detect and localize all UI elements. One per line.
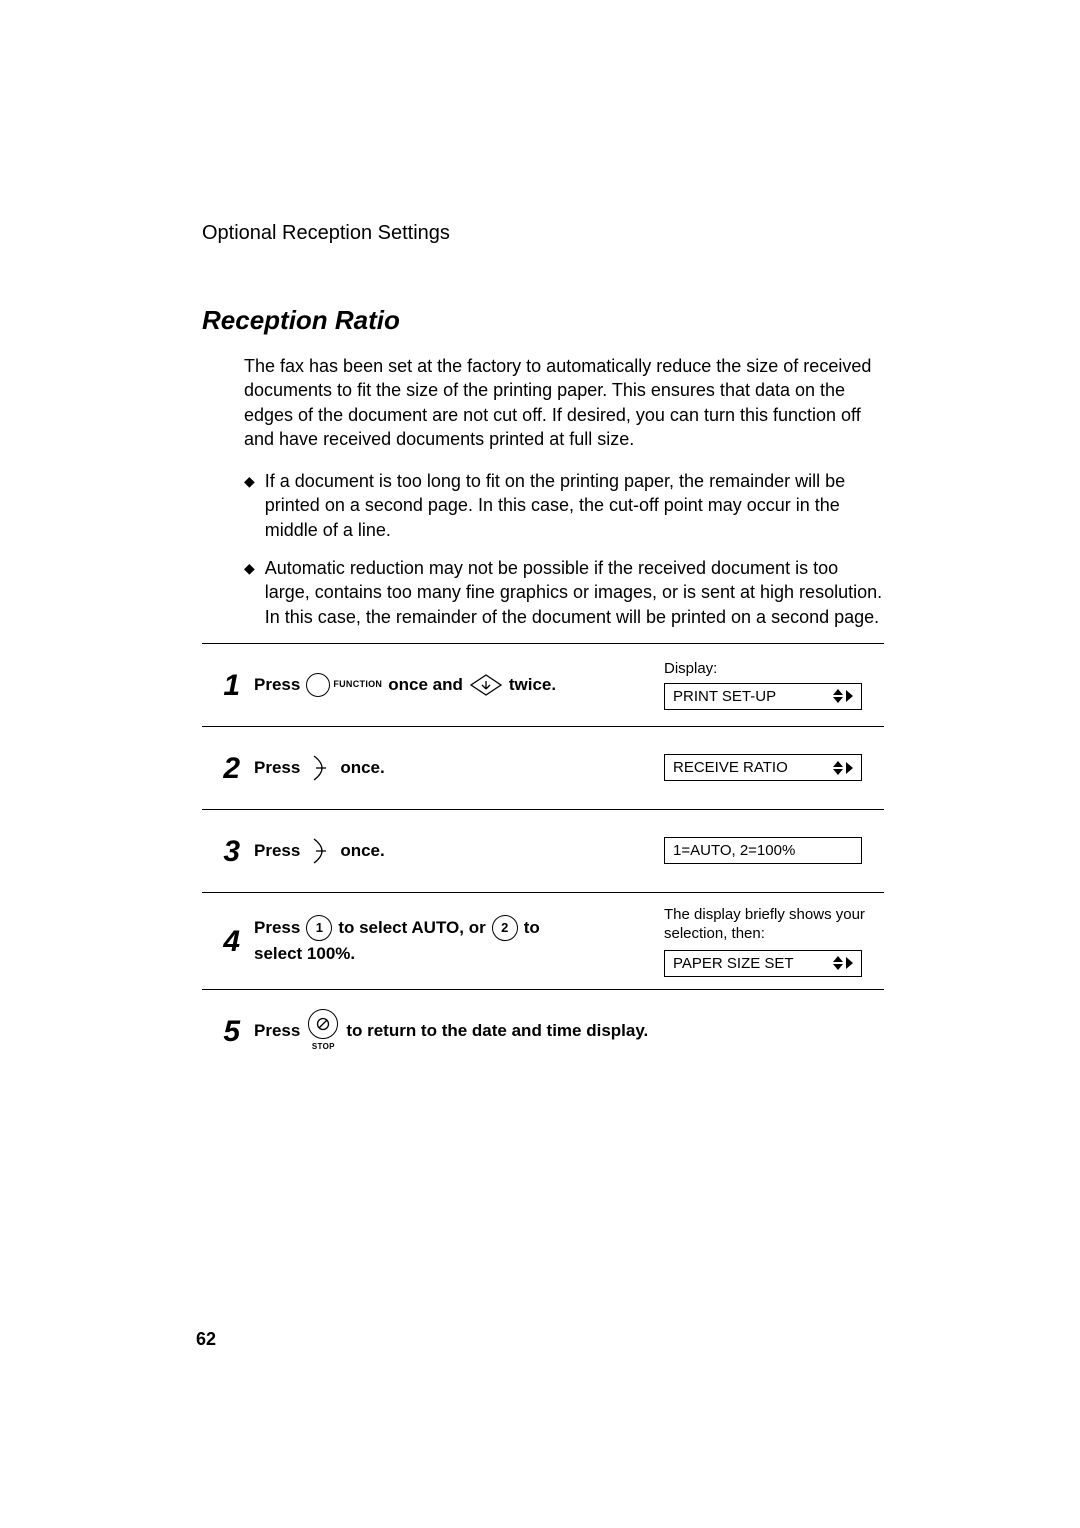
- lcd-readout-1: PRINT SET-UP: [664, 683, 862, 710]
- step-4-row: 4 Press 1 to select AUTO, or 2 to select…: [202, 893, 884, 990]
- section-heading: Reception Ratio: [202, 305, 884, 336]
- step-2-number: 2: [202, 752, 240, 784]
- step-4-text-d: select 100%.: [254, 941, 664, 967]
- step-1-text-a: Press: [254, 672, 300, 698]
- step-3-text-a: Press: [254, 838, 300, 864]
- lcd-readout-3: 1=AUTO, 2=100%: [664, 837, 862, 864]
- step-3-display: 1=AUTO, 2=100%: [664, 837, 884, 864]
- step-1-text-b: once and: [388, 672, 463, 698]
- step-3-row: 3 Press once. 1=AUTO, 2=100%: [202, 810, 884, 893]
- bullet-2-text: Automatic reduction may not be possible …: [265, 556, 884, 629]
- bullet-1: ◆ If a document is too long to fit on th…: [244, 469, 884, 542]
- right-nav-button-icon: [306, 752, 334, 784]
- keypad-2-icon: 2: [492, 915, 518, 941]
- right-nav-button-icon: [306, 835, 334, 867]
- lcd-nav-arrows-icon: [833, 956, 853, 970]
- lcd-nav-arrows-icon: [833, 689, 853, 703]
- step-4-number: 4: [202, 925, 240, 957]
- step-1-display: Display: PRINT SET-UP: [664, 660, 884, 710]
- down-nav-button-icon: [469, 673, 503, 697]
- diamond-bullet-icon: ◆: [244, 473, 255, 542]
- step-3-number: 3: [202, 835, 240, 867]
- step-4-instruction: Press 1 to select AUTO, or 2 to select 1…: [240, 915, 664, 967]
- step-5-text-b: to return to the date and time display.: [346, 1018, 648, 1044]
- lcd-nav-arrows-icon: [833, 761, 853, 775]
- step-3-text-b: once.: [340, 838, 384, 864]
- step-5-row: 5 Press STOP to return to the date and t…: [202, 990, 884, 1072]
- step-1-instruction: Press FUNCTION once and twice.: [240, 672, 664, 698]
- diamond-bullet-icon: ◆: [244, 560, 255, 629]
- lcd-text-4: PAPER SIZE SET: [673, 955, 794, 972]
- step-5-text-a: Press: [254, 1018, 300, 1044]
- step-4-display: The display briefly shows your selection…: [664, 905, 884, 977]
- step-1-row: 1 Press FUNCTION once and twice. Display…: [202, 644, 884, 727]
- step-3-instruction: Press once.: [240, 835, 664, 867]
- page-number: 62: [196, 1329, 216, 1350]
- step-2-instruction: Press once.: [240, 752, 664, 784]
- lcd-readout-4: PAPER SIZE SET: [664, 950, 862, 977]
- step-2-text-b: once.: [340, 755, 384, 781]
- intro-paragraph: The fax has been set at the factory to a…: [244, 354, 884, 451]
- bullet-2: ◆ Automatic reduction may not be possibl…: [244, 556, 884, 629]
- step-4-note: The display briefly shows your selection…: [664, 905, 884, 944]
- step-2-display: RECEIVE RATIO: [664, 754, 884, 781]
- stop-button-icon: STOP: [308, 1009, 338, 1053]
- header-section-title: Optional Reception Settings: [202, 222, 884, 245]
- function-button-icon: FUNCTION: [306, 673, 382, 697]
- step-4-text-a: Press: [254, 915, 300, 941]
- keypad-1-icon: 1: [306, 915, 332, 941]
- bullet-1-text: If a document is too long to fit on the …: [265, 469, 884, 542]
- lcd-text-1: PRINT SET-UP: [673, 688, 776, 705]
- step-2-row: 2 Press once. RECEIVE RATIO: [202, 727, 884, 810]
- lcd-text-3: 1=AUTO, 2=100%: [673, 842, 795, 859]
- step-1-number: 1: [202, 669, 240, 701]
- lcd-readout-2: RECEIVE RATIO: [664, 754, 862, 781]
- step-5-instruction: Press STOP to return to the date and tim…: [240, 1009, 664, 1053]
- step-5-number: 5: [202, 1015, 240, 1047]
- display-label: Display:: [664, 660, 884, 677]
- steps-table: 1 Press FUNCTION once and twice. Display…: [202, 643, 884, 1072]
- step-4-text-b: to select AUTO, or: [338, 915, 485, 941]
- step-4-text-c: to: [524, 915, 540, 941]
- step-1-text-c: twice.: [509, 672, 556, 698]
- step-2-text-a: Press: [254, 755, 300, 781]
- lcd-text-2: RECEIVE RATIO: [673, 759, 788, 776]
